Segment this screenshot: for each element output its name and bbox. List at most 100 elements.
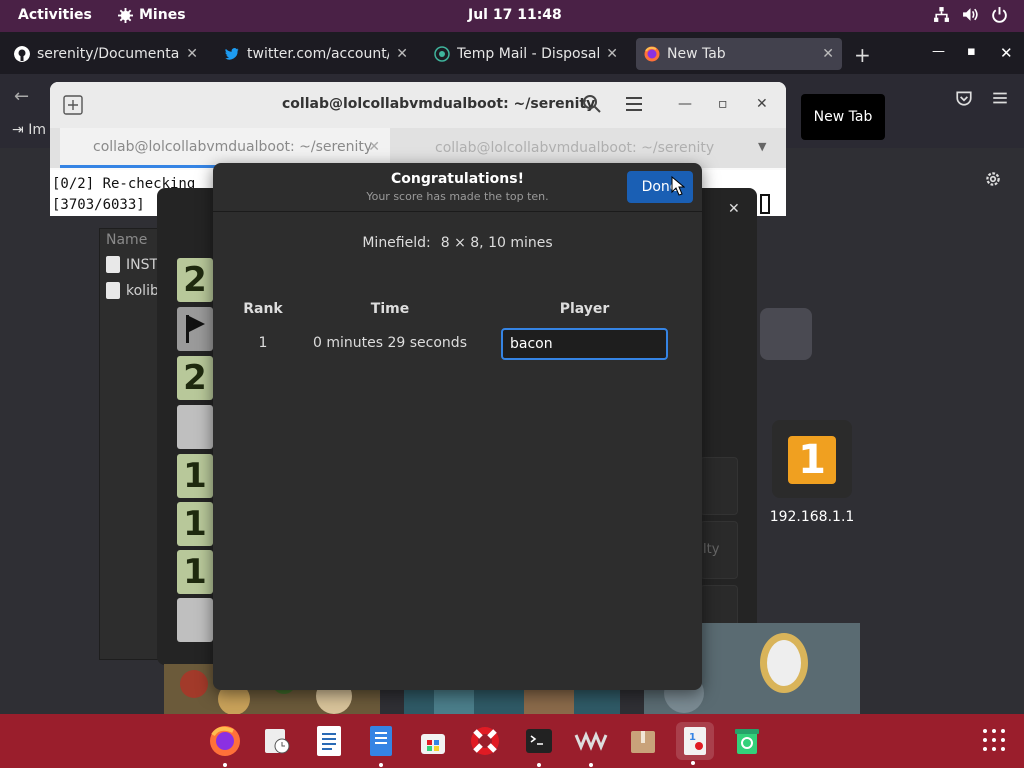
- top-bar: Activities Mines Jul 17 11:48: [0, 0, 1024, 32]
- close-window-button[interactable]: ✕: [728, 201, 740, 217]
- system-tray[interactable]: [933, 6, 1008, 23]
- firefox-icon: [644, 46, 660, 62]
- scores-dialog: Congratulations! Your score has made the…: [213, 163, 702, 690]
- vm-icon: [574, 731, 608, 751]
- dash-trash[interactable]: [730, 724, 764, 758]
- flag-icon: [186, 315, 205, 343]
- browser-tab[interactable]: serenity/Documentation ✕: [6, 38, 206, 70]
- column-header-name[interactable]: Name: [106, 232, 147, 248]
- svg-text:1: 1: [689, 732, 696, 743]
- dash-help[interactable]: [468, 724, 502, 758]
- terminal-tab[interactable]: collab@lolcollabvmdualboot: ~/serenity: [392, 128, 722, 168]
- bookmarks-import[interactable]: ⇥ Im: [12, 122, 46, 138]
- close-icon[interactable]: ✕: [606, 46, 618, 62]
- minefield-info: Minefield: 8 × 8, 10 mines: [213, 235, 702, 251]
- package-icon: [631, 731, 655, 753]
- dash-qemu[interactable]: [574, 724, 608, 767]
- dash-mines[interactable]: 1: [676, 722, 714, 765]
- app-menu[interactable]: Mines: [118, 7, 186, 23]
- show-apps-button[interactable]: [983, 729, 1005, 751]
- text-editor-icon: [370, 726, 392, 756]
- mine-tile[interactable]: 1: [177, 550, 213, 594]
- new-tab-icon[interactable]: [62, 94, 84, 120]
- player-name-input[interactable]: [501, 328, 668, 360]
- close-icon[interactable]: ✕: [822, 46, 834, 62]
- file-icon: [106, 256, 120, 273]
- browser-tab[interactable]: Temp Mail - Disposable ✕: [426, 38, 626, 70]
- tab-title: collab@lolcollabvmdualboot: ~/serenity: [93, 138, 373, 155]
- clock[interactable]: Jul 17 11:48: [468, 7, 562, 23]
- pocket-icon[interactable]: [955, 89, 973, 107]
- dash-text-editor[interactable]: [364, 724, 398, 767]
- close-window-button[interactable]: ✕: [756, 96, 768, 112]
- terminal-tab-bar: collab@lolcollabvmdualboot: ~/serenity ✕…: [50, 128, 786, 168]
- mine-tile[interactable]: 2: [177, 258, 213, 302]
- dash-terminal[interactable]: [522, 724, 556, 767]
- browser-tab[interactable]: twitter.com/account/ac ✕: [216, 38, 416, 70]
- terminal-tab-active[interactable]: collab@lolcollabvmdualboot: ~/serenity ✕: [60, 128, 390, 168]
- mine-tile[interactable]: 2: [177, 356, 213, 400]
- file-item[interactable]: kolib: [106, 282, 159, 299]
- dash-writer[interactable]: [312, 724, 346, 758]
- shortcut-tile[interactable]: [760, 308, 812, 360]
- score-rank: 1: [258, 335, 268, 351]
- dash-software[interactable]: [416, 724, 450, 758]
- mine-tile[interactable]: [177, 598, 213, 642]
- dash-firefox[interactable]: [208, 724, 242, 767]
- vm-number-icon: 1: [788, 436, 836, 484]
- minefield-value: 8 × 8, 10 mines: [440, 235, 553, 251]
- close-icon[interactable]: ✕: [368, 139, 380, 155]
- software-bag-icon: [421, 734, 445, 754]
- mines-size-option[interactable]: lty: [700, 521, 738, 579]
- maximize-button[interactable]: ▪: [967, 44, 976, 59]
- settings-gear-icon[interactable]: [984, 170, 1002, 188]
- column-header-time: Time: [370, 301, 410, 317]
- back-button[interactable]: ←: [14, 86, 29, 107]
- file-icon: [106, 282, 120, 299]
- desktop-shortcut[interactable]: 1: [772, 420, 852, 498]
- tab-title: Temp Mail - Disposable: [457, 46, 599, 62]
- minimize-button[interactable]: —: [678, 96, 692, 112]
- mine-tile[interactable]: 1: [177, 502, 213, 546]
- power-icon: [992, 7, 1007, 23]
- chevron-down-icon[interactable]: ▼: [758, 140, 766, 153]
- file-item[interactable]: INST: [106, 256, 158, 273]
- close-window-button[interactable]: ✕: [1000, 44, 1013, 62]
- browser-tab-active[interactable]: New Tab ✕: [636, 38, 842, 70]
- close-icon[interactable]: ✕: [186, 46, 198, 62]
- terminal-cursor: [760, 194, 770, 214]
- file-name: INST: [126, 256, 159, 273]
- file-name: kolib: [126, 282, 159, 299]
- search-icon[interactable]: [582, 94, 602, 118]
- mine-tile[interactable]: [177, 405, 213, 449]
- hamburger-menu-icon[interactable]: [624, 95, 644, 117]
- minimize-button[interactable]: —: [932, 44, 945, 59]
- dash-clocks[interactable]: [260, 724, 294, 758]
- activities-button[interactable]: Activities: [18, 7, 92, 23]
- dash-archive[interactable]: [626, 724, 660, 758]
- volume-icon: [963, 8, 978, 21]
- mine-tile[interactable]: 1: [177, 454, 213, 498]
- trash-icon: [735, 729, 759, 754]
- maximize-button[interactable]: ▫: [718, 96, 728, 112]
- app-menu-label: Mines: [139, 7, 186, 23]
- dash: 1: [0, 714, 1024, 768]
- close-icon[interactable]: ✕: [396, 46, 408, 62]
- network-icon: [934, 7, 949, 22]
- flag-tile[interactable]: [177, 307, 213, 351]
- tab-tooltip: New Tab: [801, 94, 885, 140]
- document-icon: [317, 726, 341, 756]
- firefox-icon: [210, 726, 240, 756]
- minefield-label: Minefield:: [362, 235, 431, 251]
- clock-icon: [265, 729, 290, 754]
- menu-icon[interactable]: [991, 89, 1009, 107]
- twitter-icon: [225, 48, 239, 60]
- new-tab-button[interactable]: +: [854, 43, 871, 67]
- mines-size-option[interactable]: [700, 457, 738, 515]
- mouse-pointer-icon: [671, 176, 685, 196]
- tab-title: twitter.com/account/ac: [247, 46, 389, 62]
- bookmark-label: Im: [28, 122, 46, 138]
- tempmail-icon: [434, 46, 450, 62]
- tab-title: serenity/Documentation: [37, 46, 180, 62]
- lifebuoy-icon: [471, 727, 499, 755]
